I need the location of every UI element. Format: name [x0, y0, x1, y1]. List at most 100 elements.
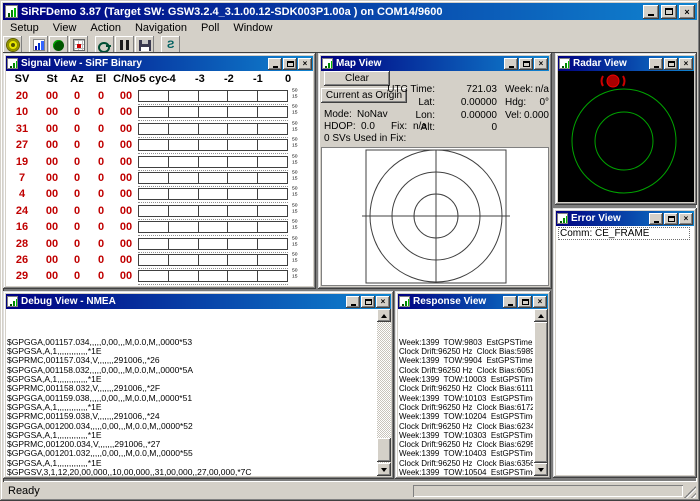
map-view-titlebar[interactable]: Map View × — [321, 56, 549, 71]
radar-view-titlebar[interactable]: Radar View × — [558, 56, 694, 71]
window-icon — [7, 58, 18, 69]
bar-cell — [228, 157, 258, 167]
maximize-button[interactable] — [518, 296, 532, 308]
az-value: 0 — [68, 205, 86, 217]
map-view-body: Clear Current as Origin UTC Time: 721.03… — [321, 71, 549, 286]
minimize-icon — [508, 304, 513, 306]
maximize-icon — [668, 61, 675, 67]
minimize-icon — [273, 66, 278, 68]
response-line: Clock Drift:96250 Hz Clock Bias:611176 — [399, 384, 533, 393]
col-el: El — [92, 73, 110, 85]
minimize-button[interactable] — [503, 296, 517, 308]
scale-tick-label: -2 — [224, 73, 234, 85]
signal-view-titlebar[interactable]: Signal View - SiRF Binary × — [6, 56, 313, 71]
response-view-title: Response View — [413, 296, 502, 307]
bar-cell — [228, 189, 258, 199]
window-icon — [559, 58, 570, 69]
cno-bar-grid: 50 15 — [138, 270, 288, 282]
bar-scale-bottom: 15 — [292, 208, 298, 213]
response-line: Week:1399 TOW:10504 EstGPSTime:1 — [399, 468, 533, 476]
bar-cell — [199, 239, 229, 249]
response-line: Week:1399 TOW:10403 EstGPSTime:1 — [399, 449, 533, 458]
minimize-button[interactable] — [504, 58, 518, 70]
menu-item[interactable]: Action — [83, 22, 128, 34]
response-line: Week:1399 TOW:9904 EstGPSTime:99 — [399, 356, 533, 365]
close-button[interactable]: × — [533, 296, 547, 308]
bar-cell — [199, 189, 229, 199]
maximize-button[interactable] — [664, 213, 678, 225]
menu-item[interactable]: Poll — [194, 22, 226, 34]
bar-cell — [139, 157, 169, 167]
maximize-button[interactable] — [661, 5, 677, 19]
scale-tick-label: -4 — [166, 73, 176, 85]
sv-value: 10 — [10, 106, 34, 118]
close-button[interactable]: × — [534, 58, 548, 70]
menu-item[interactable]: Navigation — [128, 22, 194, 34]
window-controls: × — [643, 5, 695, 19]
bar-cell — [169, 206, 199, 216]
scroll-down-button[interactable] — [377, 463, 391, 476]
pause-icon — [120, 40, 129, 50]
error-view-titlebar[interactable]: Error View × — [556, 211, 694, 226]
az-value: 0 — [68, 90, 86, 102]
resize-grip[interactable] — [684, 486, 696, 498]
fix-label: Fix: — [391, 121, 407, 132]
cno-bar-grid: 50 15 — [138, 106, 288, 118]
bar-scale: 50 15 — [292, 186, 298, 197]
menu-item[interactable]: Setup — [3, 22, 46, 34]
maximize-button[interactable] — [519, 58, 533, 70]
minimize-button[interactable] — [268, 58, 282, 70]
bar-cell — [228, 255, 258, 265]
bar-cell — [258, 206, 287, 216]
minimize-button[interactable] — [643, 5, 659, 19]
minimize-button[interactable] — [649, 213, 663, 225]
scroll-up-button[interactable] — [534, 309, 548, 322]
lon-value: 0.00000 — [437, 110, 497, 121]
bar-cell — [139, 255, 169, 265]
close-button[interactable]: × — [298, 58, 312, 70]
lat-value: 0.00000 — [437, 97, 497, 108]
scroll-thumb[interactable] — [534, 322, 548, 463]
bar-scale: 50 15 — [292, 154, 298, 165]
response-scrollbar[interactable] — [534, 309, 548, 476]
maximize-icon — [665, 8, 673, 15]
response-view-titlebar[interactable]: Response View × — [398, 294, 548, 309]
cno-value: 00 — [112, 156, 140, 168]
bar-cell — [258, 124, 287, 134]
minimize-button[interactable] — [346, 296, 360, 308]
utc-time-label: UTC Time: — [351, 84, 435, 95]
close-button[interactable]: × — [679, 5, 695, 19]
bar-scale-bottom: 15 — [292, 126, 298, 131]
maximize-button[interactable] — [283, 58, 297, 70]
minimize-button[interactable] — [649, 58, 663, 70]
maximize-button[interactable] — [361, 296, 375, 308]
az-value: 0 — [68, 172, 86, 184]
bar-scale-top: 50 — [292, 154, 298, 159]
st-value: 00 — [42, 205, 62, 217]
maximize-button[interactable] — [664, 58, 678, 70]
debug-scrollbar[interactable] — [377, 309, 391, 476]
az-value: 0 — [68, 238, 86, 250]
nmea-log: $GPGGA,001157.034,,,,,0,00,,,M,0.0,M,,00… — [7, 310, 376, 476]
scroll-down-button[interactable] — [534, 463, 548, 476]
close-button[interactable]: × — [679, 58, 693, 70]
sv-value: 4 — [10, 188, 34, 200]
close-button[interactable]: × — [679, 213, 693, 225]
minimize-icon — [648, 14, 654, 16]
menu-item[interactable]: View — [46, 22, 84, 34]
cno-value: 00 — [112, 221, 140, 233]
map-plot-canvas — [322, 148, 548, 285]
scroll-up-button[interactable] — [377, 309, 391, 322]
error-list-item[interactable]: Comm: CE_FRAME — [558, 227, 690, 240]
scroll-thumb[interactable] — [377, 438, 391, 462]
bar-cell — [139, 206, 169, 216]
close-button[interactable]: × — [376, 296, 390, 308]
app-titlebar: SiRFDemo 3.87 (Target SW: GSW3.2.4_3.1.0… — [3, 3, 697, 20]
debug-view-titlebar[interactable]: Debug View - NMEA × — [6, 294, 391, 309]
bar-scale: 50 15 — [292, 268, 298, 279]
cno-value: 00 — [112, 188, 140, 200]
menu-item[interactable]: Window — [226, 22, 279, 34]
bar-scale-bottom: 15 — [292, 225, 298, 230]
sv-value: 27 — [10, 139, 34, 151]
bar-cell — [258, 222, 287, 232]
